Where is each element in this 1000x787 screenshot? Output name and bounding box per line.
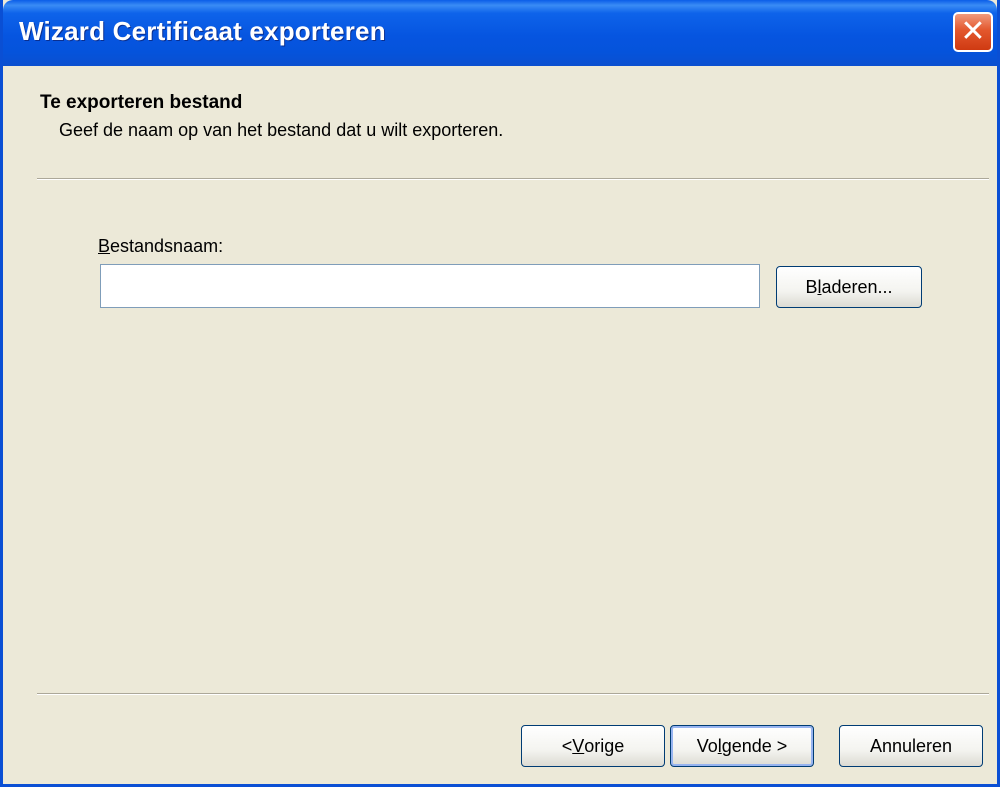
page-title: Te exporteren bestand xyxy=(40,92,243,113)
filename-label: Bestandsnaam: xyxy=(98,236,223,257)
title-bar[interactable]: Wizard Certificaat exporteren ✕ xyxy=(3,0,997,66)
next-label-pre: Vo xyxy=(696,735,718,756)
filename-label-text: estandsnaam: xyxy=(110,236,224,256)
back-button[interactable]: < Vorige xyxy=(521,725,665,767)
back-label-rest: orige xyxy=(584,735,625,756)
next-label-rest: gende > xyxy=(721,735,788,756)
window-title: Wizard Certificaat exporteren xyxy=(19,16,386,46)
close-button[interactable]: ✕ xyxy=(953,12,993,52)
wizard-window: Wizard Certificaat exporteren ✕ Te expor… xyxy=(0,0,1000,787)
browse-label-pre: B xyxy=(805,276,818,297)
browse-label-rest: aderen... xyxy=(821,276,893,297)
back-label-accelerator: V xyxy=(572,735,585,756)
footer-divider xyxy=(37,693,989,695)
header-divider xyxy=(37,178,989,180)
next-button[interactable]: Vo l gende > xyxy=(670,725,814,767)
browse-button[interactable]: Bl aderen... xyxy=(776,266,922,308)
page-subtitle: Geef de naam op van het bestand dat u wi… xyxy=(59,120,504,140)
wizard-header: Te exporteren bestand Geef de naam op va… xyxy=(3,66,997,216)
cancel-label: Annuleren xyxy=(869,735,953,756)
cancel-button[interactable]: Annuleren xyxy=(839,725,983,767)
back-label-pre: < xyxy=(561,735,573,756)
close-icon: ✕ xyxy=(960,15,986,48)
filename-label-accelerator: B xyxy=(98,236,111,256)
filename-input[interactable] xyxy=(100,264,760,308)
